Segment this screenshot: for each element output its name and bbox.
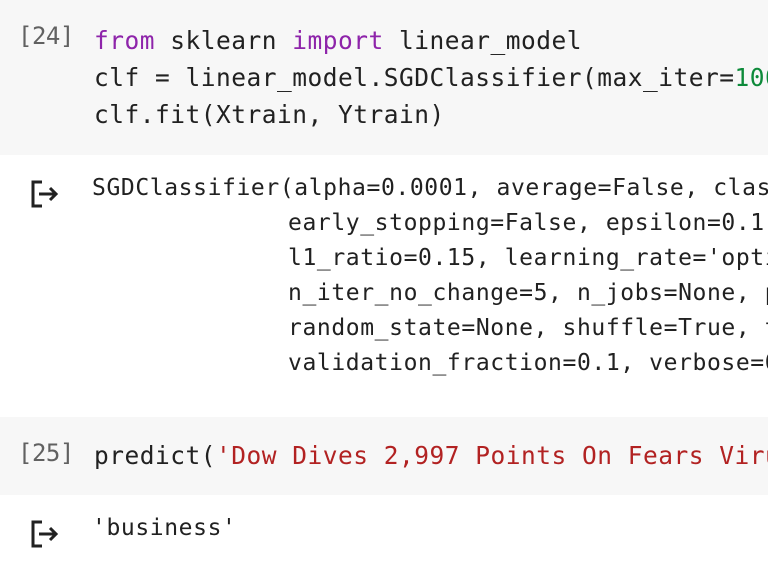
output-line-1: SGDClassifier(alpha=0.0001, average=Fals… [92, 175, 768, 201]
code-line-3: clf.fit(Xtrain, Ytrain) [94, 100, 445, 129]
execution-count-24: [24] [18, 22, 74, 50]
code-line-1: from sklearn import linear_model [94, 26, 582, 55]
output-line-5: random_state=None, shuffle=True, to [288, 315, 768, 341]
output-line-6: validation_fraction=0.1, verbose=0, [288, 350, 768, 376]
keyword-from: from [94, 26, 156, 55]
output-redirect-icon [31, 520, 59, 548]
output-line-2: early_stopping=False, epsilon=0.1, [288, 210, 768, 236]
output-result: 'business' [92, 515, 237, 541]
function-call: predict( [94, 441, 217, 470]
imported-name: linear_model [383, 26, 583, 55]
code-cell-25-input[interactable]: [25] predict('Dow Dives 2,997 Points On … [0, 417, 768, 495]
code-cell-24-output: SGDClassifier(alpha=0.0001, average=Fals… [0, 155, 768, 417]
code-cell-24-input[interactable]: [24] from sklearn import linear_model cl… [0, 0, 768, 155]
number-literal: 1000 [734, 63, 768, 92]
keyword-import: import [292, 26, 384, 55]
output-line-4: n_iter_no_change=5, n_jobs=None, pe [288, 280, 768, 306]
module-name: sklearn [155, 26, 293, 55]
output-line-3: l1_ratio=0.15, learning_rate='optim [288, 245, 768, 271]
code-line-2: clf = linear_model.SGDClassifier(max_ite… [94, 63, 768, 92]
string-literal: 'Dow Dives 2,997 Points On Fears Virus W [216, 441, 768, 470]
code-line-1: predict('Dow Dives 2,997 Points On Fears… [94, 441, 768, 470]
code-text: clf = linear_model.SGDClassifier(max_ite… [94, 63, 735, 92]
code-cell-25-output: 'business' [0, 495, 768, 576]
output-redirect-icon [31, 180, 59, 208]
execution-count-25: [25] [18, 439, 74, 467]
